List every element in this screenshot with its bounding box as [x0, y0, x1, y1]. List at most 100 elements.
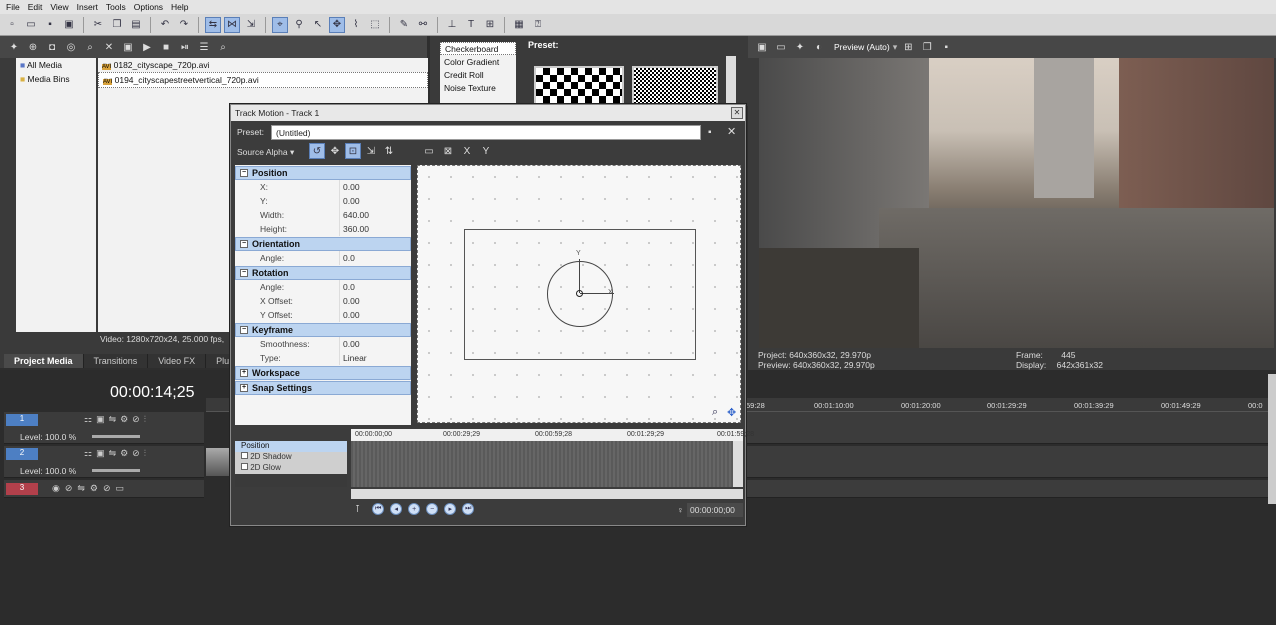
- views-icon[interactable]: ☰: [196, 39, 212, 55]
- prevent-x-icon[interactable]: X: [459, 143, 475, 159]
- checkbox[interactable]: [241, 452, 248, 459]
- list-item[interactable]: Noise Texture: [440, 81, 516, 94]
- new-icon[interactable]: ▫: [4, 17, 20, 33]
- track-lane[interactable]: [746, 446, 1276, 478]
- copy-icon[interactable]: ❐: [109, 17, 125, 33]
- scale-about-center-icon[interactable]: ⇲: [363, 143, 379, 159]
- tree-item-all-media[interactable]: ■ All Media: [16, 58, 96, 72]
- overlays-icon[interactable]: ⊞: [900, 39, 916, 55]
- link-icon[interactable]: ⚯: [415, 17, 431, 33]
- level-slider[interactable]: [92, 469, 140, 472]
- sync-cursor-icon[interactable]: ⊺: [355, 504, 360, 515]
- save-preset-icon[interactable]: ▪: [708, 127, 712, 138]
- keyframe-ruler[interactable]: 00:00:00;00 00:00:29;29 00:00:59;28 00:0…: [351, 429, 754, 441]
- scrollbar[interactable]: [1268, 374, 1276, 504]
- rotation-angle-field[interactable]: 0.0: [339, 280, 411, 294]
- track-lane[interactable]: [746, 412, 1276, 444]
- envelope-icon[interactable]: ⋈: [224, 16, 240, 33]
- pan-icon[interactable]: ✥: [327, 143, 343, 159]
- split-icon[interactable]: ⊥: [444, 17, 460, 33]
- lock-aspect-icon[interactable]: ⊡: [345, 143, 361, 159]
- play-icon[interactable]: ▶: [139, 39, 155, 55]
- keyframe-lane[interactable]: [351, 441, 733, 487]
- motion-workspace[interactable]: Y X ⌕ ✥: [417, 165, 741, 423]
- fx-icon[interactable]: ✦: [792, 39, 808, 55]
- next-keyframe-button[interactable]: ▸: [444, 503, 457, 515]
- menu-options[interactable]: Options: [132, 2, 169, 12]
- menu-tools[interactable]: Tools: [104, 2, 132, 12]
- capture-icon[interactable]: ◘: [44, 39, 60, 55]
- track-controls[interactable]: ⚏▣⇋⚙⊘⫶: [84, 448, 150, 459]
- scrollbar[interactable]: [733, 441, 743, 487]
- list-item[interactable]: AVI 0194_cityscapestreetvertical_720p.av…: [98, 72, 428, 88]
- prevent-movement-icon[interactable]: ⇅: [381, 143, 397, 159]
- track-lane[interactable]: [746, 480, 1276, 498]
- section-workspace[interactable]: + Workspace: [235, 366, 411, 380]
- level-slider[interactable]: [92, 435, 140, 438]
- save-snapshot-icon[interactable]: ▪: [938, 39, 954, 55]
- edit-tool-icon[interactable]: ✥: [329, 16, 345, 33]
- menu-insert[interactable]: Insert: [75, 2, 104, 12]
- list-item[interactable]: Checkerboard: [440, 42, 516, 55]
- save-icon[interactable]: ▪: [42, 17, 58, 33]
- x-offset-field[interactable]: 0.00: [339, 294, 411, 308]
- keyframe-type-field[interactable]: Linear: [339, 351, 411, 365]
- tab-video-fx[interactable]: Video FX: [148, 354, 207, 368]
- snapping-icon[interactable]: ⌖: [272, 16, 288, 33]
- section-keyframe[interactable]: − Keyframe: [235, 323, 411, 337]
- properties-icon[interactable]: ▣: [120, 39, 136, 55]
- ripple-icon[interactable]: ⇆: [205, 16, 221, 33]
- smoothness-field[interactable]: 0.00: [339, 337, 411, 351]
- tree-item-media-bins[interactable]: ■ Media Bins: [16, 72, 96, 86]
- delete-keyframe-button[interactable]: −: [426, 503, 439, 515]
- up-icon[interactable]: ✦: [6, 39, 22, 55]
- position-y-field[interactable]: 0.00: [339, 194, 411, 208]
- normal-edit-icon[interactable]: ↖: [310, 17, 326, 33]
- menu-help[interactable]: Help: [169, 2, 194, 12]
- text-icon[interactable]: T: [463, 17, 479, 33]
- stop-icon[interactable]: ■: [158, 39, 174, 55]
- orientation-angle-field[interactable]: 0.0: [339, 251, 411, 265]
- list-item[interactable]: AVI 0182_cityscape_720p.avi: [98, 58, 428, 72]
- tab-transitions[interactable]: Transitions: [83, 354, 149, 368]
- preview-quality-dropdown[interactable]: Preview (Auto): [834, 42, 890, 52]
- preset-dropdown[interactable]: (Untitled): [271, 125, 701, 140]
- menu-view[interactable]: View: [48, 2, 74, 12]
- envelope-tool-icon[interactable]: ⌇: [348, 17, 364, 33]
- help-icon[interactable]: ⍰: [530, 17, 546, 33]
- list-item[interactable]: Color Gradient: [440, 55, 516, 68]
- checkerboard-preset-thumb[interactable]: [534, 66, 624, 106]
- kf-track-2d-shadow[interactable]: 2D Shadow: [235, 452, 347, 463]
- section-position[interactable]: − Position: [235, 166, 411, 180]
- close-icon[interactable]: ✕: [731, 107, 743, 119]
- import-icon[interactable]: ⊕: [25, 39, 41, 55]
- auto-ripple-icon[interactable]: ⇲: [243, 17, 259, 33]
- first-keyframe-button[interactable]: ⏮: [372, 503, 385, 515]
- lock-icon[interactable]: ⚲: [291, 17, 307, 33]
- section-rotation[interactable]: − Rotation: [235, 266, 411, 280]
- undo-icon[interactable]: ↶: [157, 17, 173, 33]
- position-x-field[interactable]: 0.00: [339, 180, 411, 194]
- properties-icon[interactable]: ▣: [61, 17, 77, 33]
- last-keyframe-button[interactable]: ⏭: [462, 503, 475, 515]
- horizontal-scrollbar[interactable]: [351, 489, 743, 499]
- prevent-y-icon[interactable]: Y: [478, 143, 494, 159]
- prev-keyframe-button[interactable]: ◂: [390, 503, 403, 515]
- center-handle[interactable]: [576, 290, 583, 297]
- edit-in-object-icon[interactable]: ⊠: [440, 143, 456, 159]
- section-orientation[interactable]: − Orientation: [235, 237, 411, 251]
- source-alpha-dropdown[interactable]: Source Alpha ▾: [237, 147, 294, 158]
- section-snap-settings[interactable]: + Snap Settings: [235, 381, 411, 395]
- redo-icon[interactable]: ↷: [176, 17, 192, 33]
- delete-preset-icon[interactable]: ✕: [727, 125, 736, 138]
- list-item[interactable]: Credit Roll: [440, 68, 516, 81]
- kf-track-position[interactable]: Position: [235, 441, 347, 452]
- zoom-icon[interactable]: ⌕: [215, 39, 231, 55]
- keyframe-time-field[interactable]: 00:00:00;00: [687, 503, 743, 517]
- menu-edit[interactable]: Edit: [26, 2, 49, 12]
- fine-checker-preset-thumb[interactable]: [632, 66, 718, 106]
- edit-in-world-icon[interactable]: ▭: [421, 143, 437, 159]
- cut-icon[interactable]: ✂: [90, 17, 106, 33]
- track-header-2[interactable]: 2 ⚏▣⇋⚙⊘⫶ Level: 100.0 %: [4, 446, 204, 478]
- track-controls[interactable]: ⚏▣⇋⚙⊘⫶: [84, 414, 150, 425]
